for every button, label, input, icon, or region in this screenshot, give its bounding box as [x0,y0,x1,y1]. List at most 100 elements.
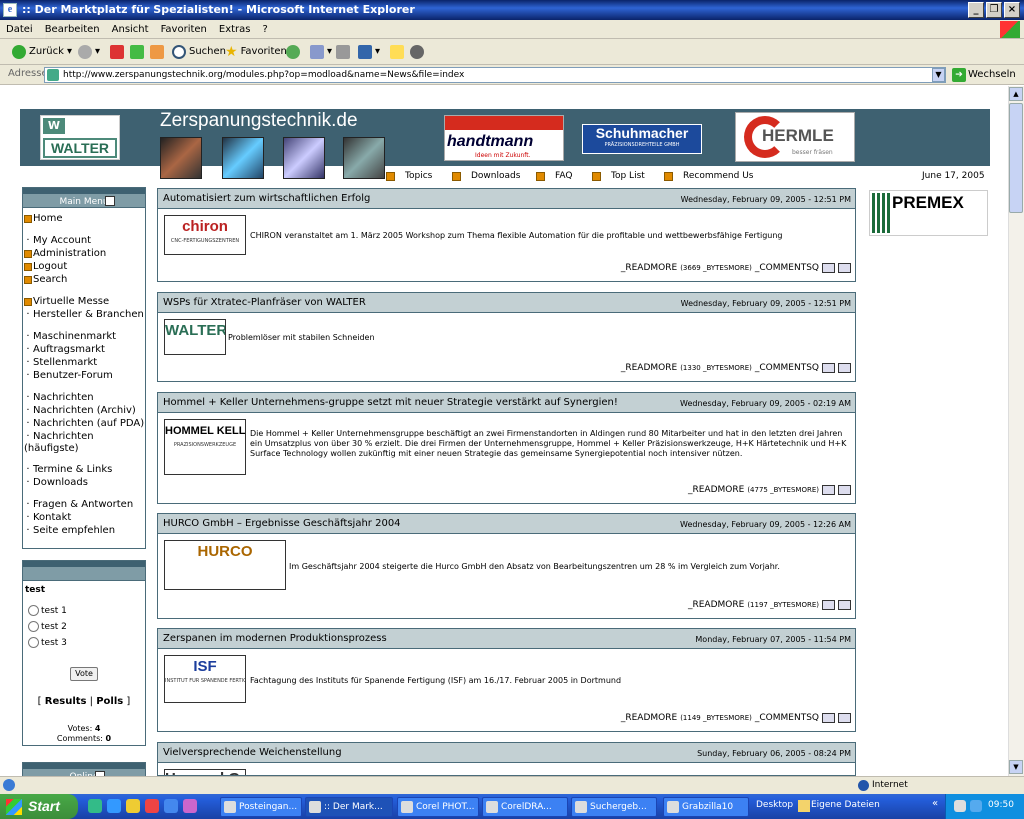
print-story-icon[interactable] [838,713,851,723]
print-story-icon[interactable] [838,600,851,610]
scroll-down-button[interactable]: ▼ [1009,760,1023,774]
quicklaunch-app-icon[interactable] [183,799,197,813]
menu-item[interactable]: · Hersteller & Branchen [24,309,143,320]
comments-link[interactable]: _COMMENTSQ [755,713,819,723]
search-button[interactable]: Suchen [172,44,226,60]
nav-recommend-us[interactable]: Recommend Us [664,171,753,181]
quicklaunch-desktop-icon[interactable] [88,799,102,813]
nav-downloads[interactable]: Downloads [452,171,520,181]
menu-item[interactable]: · Termine & Links [24,464,112,475]
article-logo[interactable]: ISFINSTITUT FÜR SPANENDE FERTIGUNG [164,655,246,703]
email-story-icon[interactable] [822,363,835,373]
article-logo[interactable]: HURCO [164,540,286,590]
favorites-button[interactable]: ★ Favoriten [225,44,287,60]
eigene-dateien-toolbar[interactable]: Eigene Dateien [811,800,880,810]
article-title[interactable]: HURCO GmbH – Ergebnisse Geschäftsjahr 20… [163,518,401,529]
email-story-icon[interactable] [822,713,835,723]
quicklaunch-ie-icon[interactable] [107,799,121,813]
stop-button[interactable] [110,44,124,60]
handtmann-logo[interactable]: handtmann Ideen mit Zukunft. [444,115,564,161]
comments-link[interactable]: _COMMENTSQ [755,363,819,373]
radio-icon[interactable] [28,621,39,632]
nav-faq[interactable]: FAQ [536,171,572,181]
menu-extras[interactable]: Extras [213,20,257,39]
close-button[interactable]: × [1004,2,1020,18]
menu-favoriten[interactable]: Favoriten [155,20,213,39]
poll-option-1[interactable]: test 1 [28,605,67,616]
menu-item[interactable]: · Seite empfehlen [24,525,115,536]
taskbar-button[interactable]: Corel PHOT... [397,797,479,817]
mail-button[interactable]: ▾ [310,44,332,60]
readmore-link[interactable]: _READMORE [688,600,744,610]
taskbar-button[interactable]: Grabzilla10 [663,797,749,817]
menu-bearbeiten[interactable]: Bearbeiten [39,20,106,39]
menu-item[interactable]: · Fragen & Antworten [24,499,133,510]
menu-item[interactable]: Search [24,274,67,285]
readmore-link[interactable]: _READMORE [688,485,744,495]
taskbar-button[interactable]: :: Der Mark... [305,797,393,817]
history-button[interactable] [286,44,300,60]
print-button[interactable] [336,44,350,60]
walter-logo[interactable]: W WALTER [40,115,120,160]
messenger-button[interactable] [410,44,424,60]
schuhmacher-logo[interactable]: Schuhmacher PRÄZISIONSDREHTEILE GMBH [582,124,702,154]
menu-item[interactable]: · My Account [24,235,91,246]
tray-icon[interactable] [954,800,966,812]
quicklaunch-app-icon[interactable] [145,799,159,813]
comments-link[interactable]: _COMMENTSQ [755,263,819,273]
menu-datei[interactable]: Datei [0,20,39,39]
taskbar-button[interactable]: CorelDRA... [482,797,568,817]
menu-item[interactable]: · Benutzer-Forum [24,370,112,381]
premex-logo[interactable]: PREMEX [869,190,988,236]
menu-item[interactable]: Virtuelle Messe [24,296,109,307]
menu-item[interactable]: · Nachrichten (auf PDA) [24,418,144,429]
readmore-link[interactable]: _READMORE [621,363,677,373]
home-button[interactable] [150,44,164,60]
discuss-button[interactable] [390,44,404,60]
menu-item[interactable]: Logout [24,261,67,272]
minimize-button[interactable]: _ [968,2,984,18]
nav-top-list[interactable]: Top List [592,171,645,181]
print-story-icon[interactable] [838,263,851,273]
radio-icon[interactable] [28,637,39,648]
menu-help[interactable]: ? [257,20,274,39]
menu-item[interactable]: · Downloads [24,477,88,488]
taskbar-button[interactable]: Posteingan... [220,797,302,817]
results-link[interactable]: Results [45,696,87,707]
email-story-icon[interactable] [822,600,835,610]
menu-item[interactable]: · Nachrichten [24,431,93,442]
article-title[interactable]: Hommel + Keller Unternehmens-gruppe setz… [163,397,618,408]
quicklaunch-app-icon[interactable] [164,799,178,813]
address-dropdown-button[interactable]: ▼ [932,68,945,82]
quicklaunch-app-icon[interactable] [126,799,140,813]
article-title[interactable]: Vielversprechende Weichenstellung [163,747,342,758]
hermle-logo[interactable]: HERMLE besser fräsen [735,112,855,162]
menu-item[interactable]: Administration [24,248,106,259]
minimize-icon[interactable] [105,196,115,206]
scroll-up-button[interactable]: ▲ [1009,87,1023,101]
email-story-icon[interactable] [822,263,835,273]
article-logo[interactable]: HOMMEL KELLERPRÄZISIONSWERKZEUGE [164,419,246,475]
polls-link[interactable]: Polls [96,696,123,707]
forward-button[interactable]: ▾ [78,44,100,60]
go-button[interactable]: Wechseln zu [952,67,1022,96]
edit-button[interactable]: ▾ [358,44,380,60]
menu-item[interactable]: · Auftragsmarkt [24,344,105,355]
poll-option-2[interactable]: test 2 [28,621,67,632]
menu-item[interactable]: Home [24,213,63,224]
nav-topics[interactable]: Topics [386,171,432,181]
menu-item[interactable]: · Nachrichten [24,392,93,403]
menu-ansicht[interactable]: Ansicht [106,20,155,39]
article-title[interactable]: Automatisiert zum wirtschaftlichen Erfol… [163,193,370,204]
menu-item[interactable]: · Kontakt [24,512,71,523]
menu-item[interactable]: · Maschinenmarkt [24,331,116,342]
poll-option-3[interactable]: test 3 [28,637,67,648]
desktop-toolbar[interactable]: Desktop [756,800,793,810]
back-button[interactable]: Zurück ▾ [12,44,72,60]
menu-item[interactable]: · Nachrichten (Archiv) [24,405,135,416]
print-story-icon[interactable] [838,485,851,495]
network-icon[interactable] [970,800,982,812]
readmore-link[interactable]: _READMORE [621,263,677,273]
article-logo[interactable]: Hommel Gruppe [164,769,246,775]
readmore-link[interactable]: _READMORE [621,713,677,723]
